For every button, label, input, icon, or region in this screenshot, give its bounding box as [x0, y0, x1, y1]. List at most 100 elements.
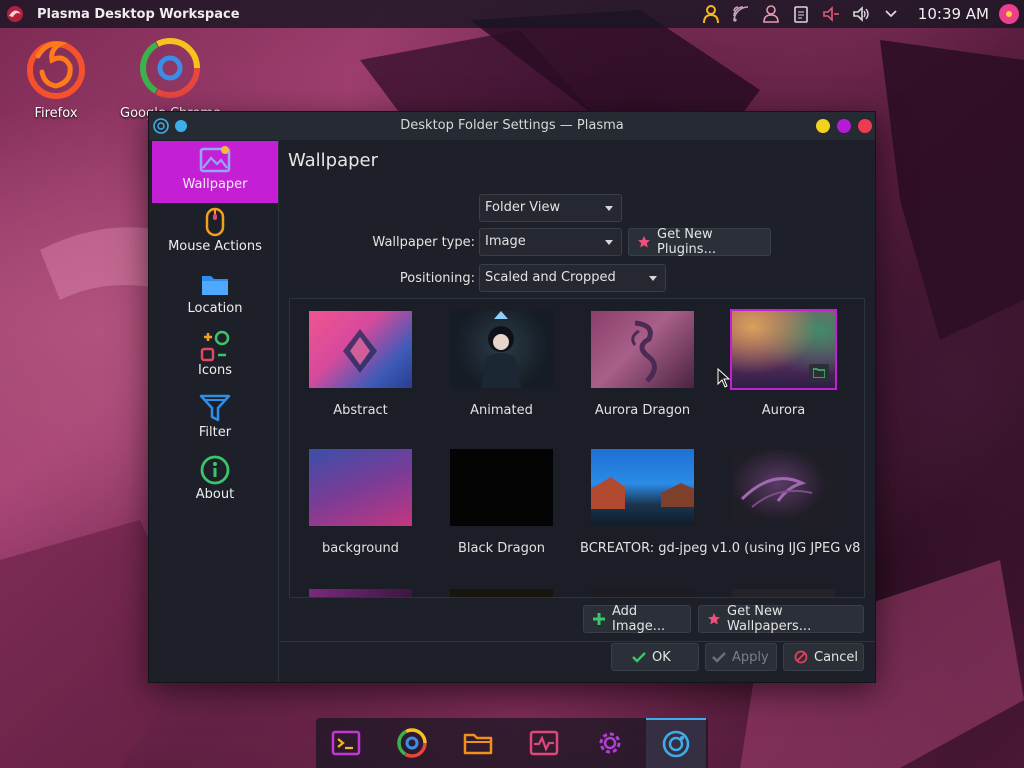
plus-icon: [592, 612, 606, 626]
info-icon: [198, 453, 232, 487]
network-icon[interactable]: [730, 3, 752, 25]
desktop-folder-settings-window: Desktop Folder Settings — Plasma Wallpap…: [148, 111, 876, 683]
clipboard-icon[interactable]: [790, 3, 812, 25]
get-new-plugins-label: Get New Plugins...: [657, 227, 716, 257]
apply-label: Apply: [732, 649, 769, 665]
sidebar-item-location[interactable]: Location: [152, 265, 278, 327]
wallpaper-name: Black Dragon: [457, 541, 546, 556]
dragon-logo-icon[interactable]: [4, 3, 26, 25]
user-avatar-icon[interactable]: [999, 4, 1019, 24]
files-icon: [463, 733, 493, 755]
wallpaper-row-partial: [290, 589, 864, 597]
checkmark-icon: [632, 650, 646, 664]
get-new-wallpapers-label: Get New Wallpapers...: [727, 604, 812, 634]
dock-item-plasma-settings[interactable]: [646, 718, 706, 768]
sidebar-item-label: Location: [187, 301, 243, 316]
wallpaper-type-value: Image: [485, 234, 526, 249]
mouse-cursor-icon: [717, 368, 731, 388]
wallpaper-item-selected[interactable]: Aurora: [713, 299, 854, 429]
wallpaper-type-label: Wallpaper type:: [372, 235, 475, 250]
panel-title: Plasma Desktop Workspace: [37, 6, 240, 22]
add-image-label: Add Image...: [612, 604, 666, 634]
filter-icon: [198, 391, 232, 425]
window-titlebar[interactable]: Desktop Folder Settings — Plasma: [149, 112, 875, 140]
desktop-icon-chrome[interactable]: Google Chrome: [120, 36, 221, 121]
wallpaper-item[interactable]: [713, 437, 854, 567]
wallpaper-thumbnail: [591, 311, 694, 388]
wallpaper-grid[interactable]: Abstract Animated Aurora Dragon Aurora b…: [289, 298, 865, 598]
window-title: Desktop Folder Settings — Plasma: [400, 118, 624, 133]
wallpaper-name: Animated: [470, 403, 533, 418]
user-icon[interactable]: [700, 3, 722, 25]
positioning-label: Positioning:: [399, 271, 475, 286]
sidebar-item-label: About: [195, 487, 235, 502]
get-new-plugins-button[interactable]: Get New Plugins...: [628, 227, 771, 257]
chevron-down-icon[interactable]: [880, 3, 902, 25]
dropdown-arrow-icon: [649, 276, 657, 281]
clock[interactable]: 10:39 AM: [918, 5, 989, 23]
add-image-button[interactable]: Add Image...: [583, 604, 691, 634]
get-new-wallpapers-button[interactable]: Get New Wallpapers...: [698, 604, 864, 634]
minimize-button[interactable]: [816, 119, 830, 133]
dropdown-arrow-icon: [605, 240, 613, 245]
terminal-icon: [331, 730, 361, 756]
volume-icon[interactable]: [850, 3, 872, 25]
positioning-select[interactable]: Scaled and Cropped: [479, 264, 666, 292]
settings-icon: [599, 732, 621, 754]
dock-item-settings[interactable]: [580, 718, 640, 768]
folder-icon[interactable]: [809, 364, 829, 382]
dock-item-system-monitor[interactable]: [514, 718, 574, 768]
wallpaper-thumbnail: [730, 309, 837, 390]
mouse-icon: [198, 205, 232, 239]
wallpaper-name: Aurora: [761, 403, 806, 418]
wallpaper-item[interactable]: Abstract: [290, 299, 431, 429]
sidebar-item-icons[interactable]: Icons: [152, 327, 278, 389]
wallpaper-item[interactable]: Aurora Dragon: [572, 299, 713, 429]
sidebar-item-about[interactable]: About: [152, 451, 278, 513]
sidebar-item-label: Filter: [198, 425, 232, 440]
checkmark-icon: [712, 650, 726, 664]
positioning-value: Scaled and Cropped: [485, 270, 616, 285]
chrome-icon: [138, 36, 202, 100]
wallpaper-type-select[interactable]: Image: [479, 228, 622, 256]
firefox-icon: [24, 36, 88, 100]
sidebar-item-label: Mouse Actions: [168, 239, 262, 254]
cancel-label: Cancel: [814, 649, 859, 665]
chrome-icon: [397, 728, 427, 758]
wallpaper-item[interactable]: Animated: [431, 299, 572, 429]
sidebar-item-mouse-actions[interactable]: Mouse Actions: [152, 203, 278, 265]
sidebar-item-wallpaper[interactable]: Wallpaper: [152, 141, 278, 203]
wallpaper-name: Aurora Dragon: [594, 403, 691, 418]
wallpaper-thumbnail: [732, 449, 835, 526]
ok-label: OK: [652, 649, 671, 665]
wallpaper-icon: [198, 143, 232, 177]
monitor-icon: [529, 730, 559, 756]
desktop-icon-firefox[interactable]: Firefox: [6, 36, 106, 121]
settings-content: Wallpaper Layout: Folder View Wallpaper …: [280, 140, 875, 682]
sidebar-item-filter[interactable]: Filter: [152, 389, 278, 451]
layout-select[interactable]: Folder View: [479, 194, 622, 222]
wallpaper-item[interactable]: background: [290, 437, 431, 567]
ok-button[interactable]: OK: [611, 643, 699, 671]
wallpaper-item[interactable]: BCREATOR: gd-jpeg v1.0 (using IJG JPEG v…: [572, 437, 860, 567]
apply-button[interactable]: Apply: [705, 643, 777, 671]
sidebar-item-label: Icons: [198, 363, 232, 378]
wallpaper-name: background: [322, 541, 399, 556]
wallpaper-item[interactable]: Black Dragon: [431, 437, 572, 567]
wallpaper-thumbnail: [309, 311, 412, 388]
wallpaper-thumbnail: [450, 449, 553, 526]
dock-item-chrome[interactable]: [382, 718, 442, 768]
system-tray: 10:39 AM: [700, 0, 1024, 28]
plasma-icon: [662, 730, 690, 758]
account-icon[interactable]: [760, 3, 782, 25]
page-title: Wallpaper: [288, 150, 379, 171]
settings-sidebar: Wallpaper Mouse Actions Location Icons F…: [149, 140, 279, 682]
cancel-button[interactable]: Cancel: [783, 643, 864, 671]
mic-muted-icon[interactable]: [820, 3, 842, 25]
close-button[interactable]: [858, 119, 872, 133]
wallpaper-name: Abstract: [333, 403, 388, 418]
dock-item-terminal[interactable]: [316, 718, 376, 768]
maximize-button[interactable]: [837, 119, 851, 133]
dock-item-files[interactable]: [448, 718, 508, 768]
star-icon: [637, 235, 651, 249]
